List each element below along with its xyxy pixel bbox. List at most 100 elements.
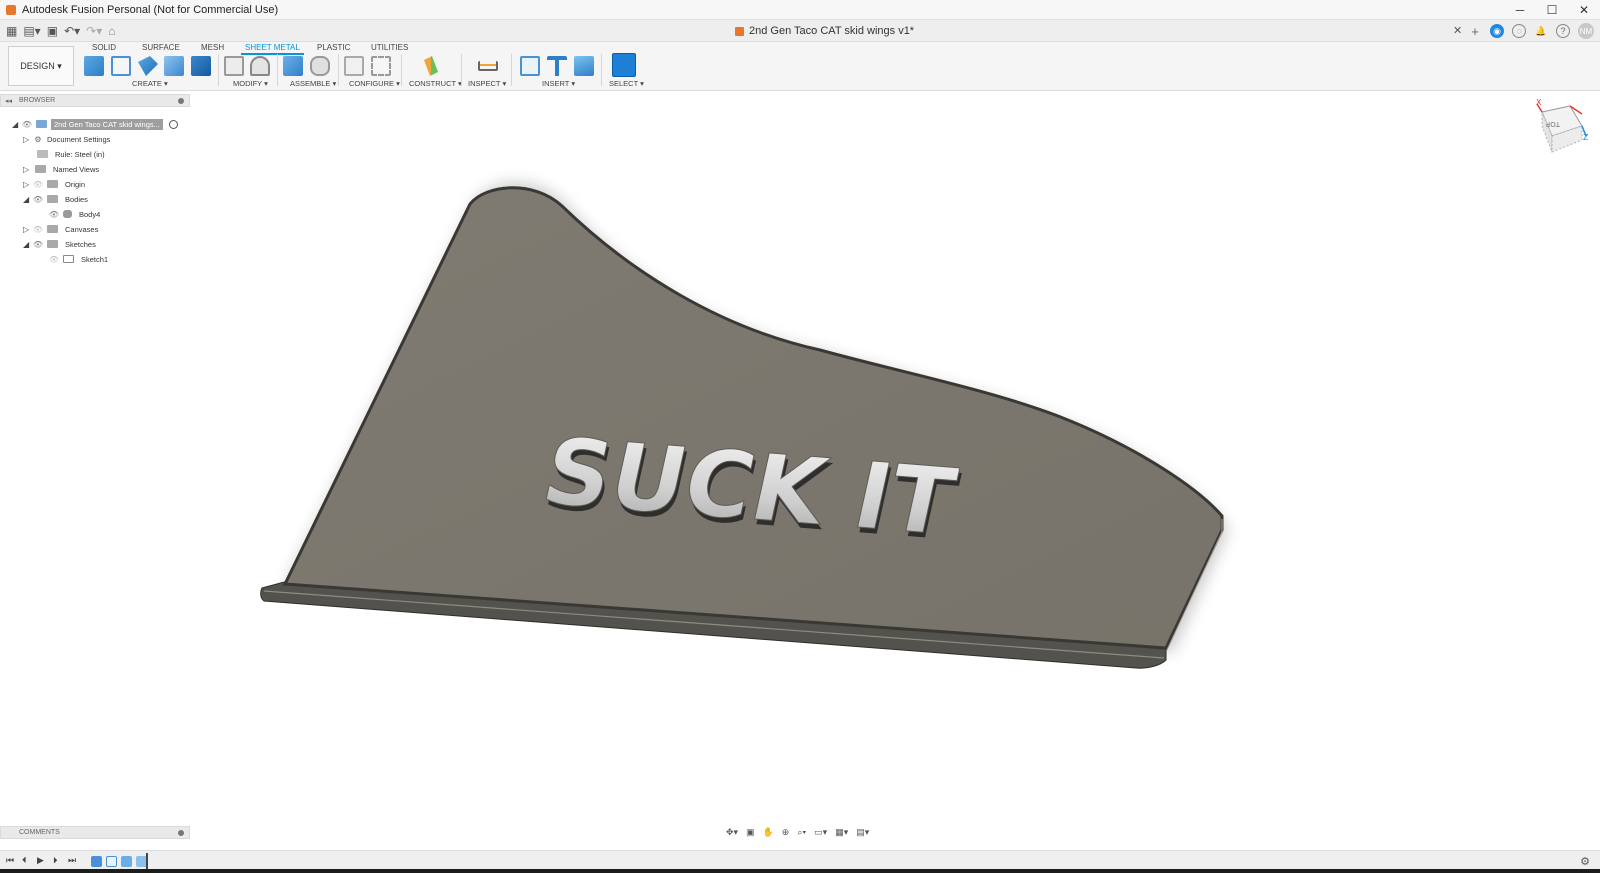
create-sketch-icon[interactable]: [111, 56, 131, 76]
select-menu[interactable]: SELECT ▾: [609, 79, 644, 88]
sheet-metal-body[interactable]: [282, 186, 1224, 650]
insert-menu[interactable]: INSERT ▾: [542, 79, 575, 88]
modify-menu[interactable]: MODIFY ▾: [233, 79, 268, 88]
tab-sheet-metal[interactable]: SHEET METAL: [241, 43, 304, 55]
comments-header[interactable]: COMMENTS: [0, 826, 190, 839]
step-back-icon[interactable]: ⏴: [22, 855, 27, 866]
expanded-triangle-icon[interactable]: ◢: [23, 195, 32, 204]
go-to-end-icon[interactable]: ⏭: [68, 855, 76, 866]
pan-icon[interactable]: ✋: [763, 827, 774, 838]
canvas-viewport[interactable]: SUCK IT SUCK IT: [0, 92, 1600, 852]
hidden-eye-icon[interactable]: 👁: [32, 180, 44, 189]
bend-icon[interactable]: [250, 56, 270, 76]
select-tool-icon[interactable]: [612, 53, 636, 77]
notifications-icon[interactable]: 🔔: [1534, 24, 1548, 38]
configure-design-icon[interactable]: [344, 56, 364, 76]
activate-component-icon[interactable]: [168, 119, 178, 129]
insert-text-icon[interactable]: [547, 56, 567, 76]
tree-item-body4[interactable]: 👁 Body4: [48, 207, 103, 221]
contour-flange-icon[interactable]: [164, 56, 184, 76]
joint-icon[interactable]: [310, 56, 330, 76]
home-icon[interactable]: ⌂: [108, 24, 115, 38]
redo-icon[interactable]: ↷▾: [86, 24, 102, 38]
close-document-button[interactable]: ✕: [1453, 24, 1462, 37]
save-icon[interactable]: ▣: [47, 24, 58, 38]
tab-solid[interactable]: SOLID: [92, 43, 116, 52]
extrude-icon[interactable]: [191, 56, 211, 76]
visibility-eye-icon[interactable]: 👁: [32, 240, 44, 249]
timeline-feature-flange[interactable]: [121, 856, 132, 867]
visibility-eye-icon[interactable]: 👁: [48, 210, 60, 219]
measure-icon[interactable]: [478, 61, 498, 71]
tree-item-root[interactable]: ◢ 👁 2nd Gen Taco CAT skid wings...: [12, 117, 178, 131]
extensions-icon[interactable]: ◉: [1490, 24, 1504, 38]
new-component-icon[interactable]: [84, 56, 104, 76]
job-status-icon[interactable]: ◌: [1512, 24, 1526, 38]
tree-item-sketch1[interactable]: 👁 Sketch1: [48, 252, 111, 266]
collapsed-triangle-icon[interactable]: ▷: [23, 225, 32, 234]
orbit-icon[interactable]: ✥▾: [726, 827, 738, 838]
go-to-start-icon[interactable]: ⏮: [6, 855, 14, 866]
hidden-eye-icon[interactable]: 👁: [48, 255, 60, 264]
tab-surface[interactable]: SURFACE: [142, 43, 180, 52]
tab-utilities[interactable]: UTILITIES: [371, 43, 408, 52]
tree-item-canvases[interactable]: ▷ 👁 Canvases: [23, 222, 101, 236]
new-tab-icon[interactable]: +: [1468, 24, 1482, 39]
create-menu[interactable]: CREATE ▾: [132, 79, 168, 88]
browser-header[interactable]: ◂◂ BROWSER: [0, 94, 190, 107]
play-icon[interactable]: ▶: [37, 855, 44, 866]
unfold-icon[interactable]: [224, 56, 244, 76]
construct-menu[interactable]: CONSTRUCT ▾: [409, 79, 462, 88]
visibility-eye-icon[interactable]: 👁: [32, 195, 44, 204]
offset-plane-icon[interactable]: [424, 56, 438, 76]
tab-plastic[interactable]: PLASTIC: [317, 43, 350, 52]
timeline-settings-gear-icon[interactable]: ⚙: [1580, 855, 1590, 868]
configuration-table-icon[interactable]: [371, 56, 391, 76]
workspace-switcher[interactable]: DESIGN ▾: [8, 46, 74, 86]
step-forward-icon[interactable]: ⏵: [53, 855, 58, 866]
tree-item-bodies[interactable]: ◢ 👁 Bodies: [23, 192, 91, 206]
tree-item-sketches[interactable]: ◢ 👁 Sketches: [23, 237, 99, 251]
tree-item-document-settings[interactable]: ▷ ⚙ Document Settings: [23, 132, 113, 146]
tab-mesh[interactable]: MESH: [201, 43, 224, 52]
hidden-eye-icon[interactable]: 👁: [32, 225, 44, 234]
grid-settings-icon[interactable]: ▦▾: [835, 827, 848, 838]
timeline-feature-component[interactable]: [91, 856, 102, 867]
timeline-feature-sketch[interactable]: [106, 856, 117, 867]
help-icon[interactable]: ?: [1556, 24, 1570, 38]
display-settings-icon[interactable]: ▭▾: [814, 827, 827, 838]
file-menu-icon[interactable]: ▤▾: [23, 24, 40, 38]
x-axis-label: X: [1536, 98, 1542, 107]
user-avatar[interactable]: NM: [1578, 23, 1594, 39]
undo-icon[interactable]: ↶▾: [64, 24, 80, 38]
expanded-triangle-icon[interactable]: ◢: [23, 240, 32, 249]
flange-icon[interactable]: [138, 56, 158, 76]
look-at-icon[interactable]: ▣: [746, 827, 755, 838]
new-assembly-component-icon[interactable]: [283, 56, 303, 76]
inspect-menu[interactable]: INSPECT ▾: [468, 79, 506, 88]
tree-item-origin[interactable]: ▷ 👁 Origin: [23, 177, 88, 191]
insert-derive-icon[interactable]: [520, 56, 540, 76]
collapsed-triangle-icon[interactable]: ▷: [23, 135, 32, 144]
collapsed-triangle-icon[interactable]: ▷: [23, 165, 32, 174]
document-tab[interactable]: 2nd Gen Taco CAT skid wings v1*: [735, 23, 914, 39]
collapsed-triangle-icon[interactable]: ▷: [23, 180, 32, 189]
fit-icon[interactable]: ⌕▾: [797, 827, 806, 838]
tree-item-named-views[interactable]: ▷ Named Views: [23, 162, 102, 176]
minimize-button[interactable]: ─: [1504, 0, 1536, 20]
viewports-icon[interactable]: ▤▾: [856, 827, 869, 838]
expanded-triangle-icon[interactable]: ◢: [12, 120, 21, 129]
visibility-eye-icon[interactable]: 👁: [21, 120, 33, 129]
maximize-button[interactable]: ☐: [1536, 0, 1568, 20]
comments-pin-icon[interactable]: [178, 830, 184, 836]
close-window-button[interactable]: ✕: [1568, 0, 1600, 20]
viewcube[interactable]: TOP X Z: [1536, 96, 1590, 160]
configure-menu[interactable]: CONFIGURE ▾: [349, 79, 400, 88]
tree-item-rule[interactable]: Rule: Steel (in): [34, 147, 108, 161]
assemble-menu[interactable]: ASSEMBLE ▾: [290, 79, 336, 88]
collapse-browser-icon[interactable]: ◂◂: [5, 97, 12, 105]
app-grid-icon[interactable]: ▦: [6, 24, 17, 38]
browser-pin-icon[interactable]: [178, 98, 184, 104]
zoom-icon[interactable]: ⊕: [782, 827, 790, 838]
insert-canvas-icon[interactable]: [574, 56, 594, 76]
